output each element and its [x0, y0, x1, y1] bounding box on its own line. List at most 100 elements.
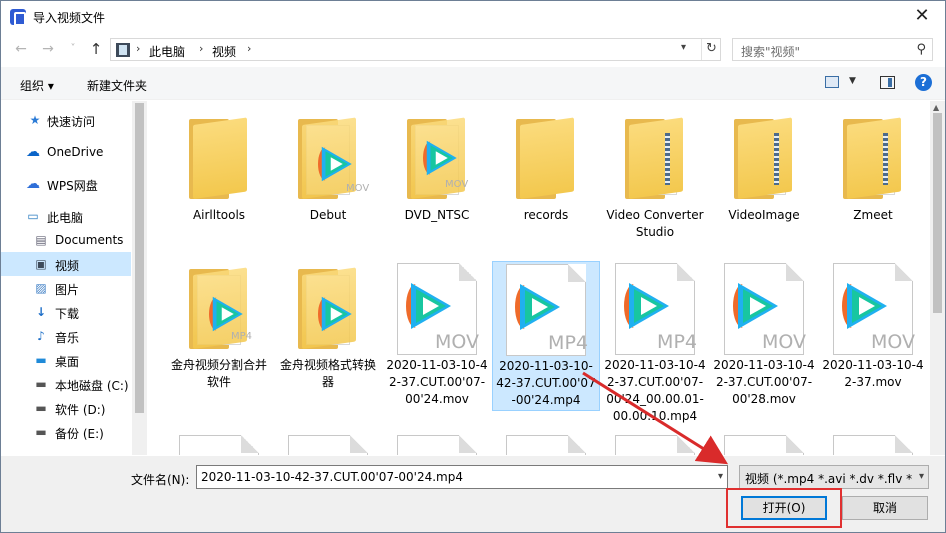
forward-arrow-icon[interactable]: →	[38, 39, 58, 59]
chevron-down-icon[interactable]: ▾	[919, 471, 924, 482]
search-input[interactable]: 搜索"视频" ⚲	[732, 38, 933, 61]
file-name: Video Converter Studio	[606, 208, 704, 239]
chevron-right-icon[interactable]: ›	[247, 42, 251, 55]
file-name: records	[523, 208, 569, 222]
file-name: VideoImage	[728, 208, 800, 222]
list-item[interactable]: VideoImage	[710, 111, 818, 224]
video-folder-icon	[278, 261, 378, 357]
sidebar-item-this-pc[interactable]: ▭ 此电脑	[1, 204, 131, 228]
sidebar-item-drive-d[interactable]: ▬ 软件 (D:)	[1, 396, 131, 420]
list-item[interactable]	[601, 433, 709, 455]
list-item[interactable]: Video Converter Studio	[601, 111, 709, 241]
breadcrumb-this-pc[interactable]: 此电脑	[149, 43, 185, 60]
list-item[interactable]: 金舟视频格式转换器	[274, 261, 382, 391]
preview-pane-icon[interactable]	[880, 76, 895, 89]
sidebar-item-label: WPS网盘	[47, 179, 98, 193]
refresh-icon[interactable]: ↻	[701, 39, 721, 60]
chevron-right-icon[interactable]: ›	[136, 42, 140, 55]
search-placeholder: 搜索"视频"	[741, 45, 801, 59]
folder-icon	[169, 111, 269, 207]
list-item[interactable]: MP4 金舟视频分割合并软件	[165, 261, 273, 391]
file-name: 金舟视频格式转换器	[279, 358, 376, 389]
annotation-highlight-box	[726, 488, 842, 528]
picture-icon: ▨	[35, 281, 47, 295]
sidebar-item-wps-drive[interactable]: ☁ WPS网盘	[1, 172, 131, 196]
sidebar-item-music[interactable]: ♪ 音乐	[1, 324, 131, 348]
chevron-right-icon[interactable]: ›	[199, 42, 203, 55]
list-item[interactable]: Airlltools	[165, 111, 273, 224]
scrollbar-thumb[interactable]	[933, 113, 942, 313]
sidebar-item-label: Documents	[55, 233, 124, 247]
file-name: Airlltools	[192, 208, 246, 222]
file-name: Zmeet	[853, 208, 893, 222]
list-item[interactable]	[383, 433, 491, 455]
search-icon[interactable]: ⚲	[916, 42, 926, 57]
filename-value: 2020-11-03-10-42-37.CUT.00'07-00'24.mp4	[201, 470, 463, 484]
list-item[interactable]: MOV Debut	[274, 111, 382, 224]
window-title: 导入视频文件	[33, 11, 106, 25]
list-item[interactable]	[274, 433, 382, 455]
list-item[interactable]	[710, 433, 818, 455]
star-icon: ★	[29, 113, 41, 127]
chevron-down-icon[interactable]: ▾	[718, 471, 723, 482]
address-bar[interactable]: › 此电脑 › 视频 › ▾ ↻	[110, 38, 721, 61]
drive-icon: ▬	[35, 425, 47, 439]
up-arrow-icon[interactable]: ↑	[86, 39, 106, 59]
close-button[interactable]: ✕	[899, 1, 945, 33]
breadcrumb-videos[interactable]: 视频	[212, 43, 236, 60]
filename-input[interactable]: 2020-11-03-10-42-37.CUT.00'07-00'24.mp4 …	[196, 465, 728, 489]
sidebar-item-pictures[interactable]: ▨ 图片	[1, 276, 131, 300]
cancel-button[interactable]: 取消	[842, 496, 928, 520]
sidebar-item-videos[interactable]: ▣ 视频	[1, 252, 131, 276]
file-type-select[interactable]: 视频 (*.mp4 *.avi *.dv *.flv *.n ▾	[739, 465, 929, 489]
sidebar-item-label: 音乐	[55, 331, 80, 345]
list-item[interactable]	[165, 433, 273, 455]
list-item[interactable]	[492, 433, 600, 455]
file-extension: MP4	[548, 332, 588, 354]
recent-locations-icon[interactable]: ˅	[63, 39, 83, 59]
organize-menu[interactable]: 组织 ▾	[20, 77, 54, 94]
file-list: Airlltools MOV Debut MOV DVD_NTSC record…	[148, 101, 930, 455]
scroll-up-icon[interactable]: ▲	[933, 103, 939, 112]
sidebar-item-drive-e[interactable]: ▬ 备份 (E:)	[1, 420, 131, 444]
navigation-pane: ★ 快速访问 ☁ OneDrive ☁ WPS网盘 ▭ 此电脑 ▤ Docume…	[1, 101, 147, 455]
list-item[interactable]: records	[492, 111, 600, 224]
filename-label: 文件名(N):	[131, 473, 190, 487]
sidebar-item-onedrive[interactable]: ☁ OneDrive	[1, 140, 131, 164]
sidebar-item-desktop[interactable]: ▬ 桌面	[1, 348, 131, 372]
sidebar-item-downloads[interactable]: ↓ 下载	[1, 300, 131, 324]
video-file-icon: MP4	[605, 261, 705, 357]
back-arrow-icon[interactable]: ←	[11, 39, 31, 59]
help-icon[interactable]: ?	[915, 74, 932, 91]
folder-icon	[496, 111, 596, 207]
list-item[interactable]: MOV 2020-11-03-10-42-37.mov	[819, 261, 927, 391]
list-item[interactable]: MP4 2020-11-03-10-42-37.CUT.00'07-00'24_…	[601, 261, 709, 425]
sidebar-item-label: 视频	[55, 259, 80, 273]
file-name: 2020-11-03-10-42-37.mov	[822, 358, 924, 389]
sidebar-item-drive-c[interactable]: ▬ 本地磁盘 (C:)	[1, 372, 131, 396]
list-item[interactable]: MOV 2020-11-03-10-42-37.CUT.00'07-00'24.…	[383, 261, 491, 408]
chevron-down-icon[interactable]: ▼	[849, 76, 856, 86]
list-item[interactable]	[819, 433, 927, 455]
list-item[interactable]: MOV 2020-11-03-10-42-37.CUT.00'07-00'28.…	[710, 261, 818, 408]
document-icon: ▤	[35, 233, 47, 247]
sidebar-scrollbar[interactable]	[132, 101, 147, 455]
folder-icon	[823, 111, 923, 207]
list-item[interactable]: MOV DVD_NTSC	[383, 111, 491, 224]
file-name: Debut	[309, 208, 347, 222]
new-folder-button[interactable]: 新建文件夹	[87, 77, 147, 94]
cloud-icon: ☁	[26, 176, 40, 192]
list-item-selected[interactable]: MP4 2020-11-03-10-42-37.CUT.00'07-00'24.…	[492, 261, 600, 411]
sidebar-item-quick-access[interactable]: ★ 快速访问	[1, 108, 131, 132]
scrollbar-thumb[interactable]	[135, 103, 144, 413]
view-mode-icon[interactable]	[825, 76, 839, 88]
desktop-icon: ▬	[35, 353, 47, 367]
file-list-scrollbar[interactable]: ▲	[930, 101, 945, 455]
sidebar-item-documents[interactable]: ▤ Documents	[1, 228, 131, 252]
drive-icon: ▬	[35, 401, 47, 415]
video-folder-icon: MP4	[169, 261, 269, 357]
file-name: 金舟视频分割合并软件	[170, 358, 267, 389]
chevron-down-icon[interactable]: ▾	[681, 42, 686, 53]
computer-icon: ▭	[27, 209, 39, 223]
list-item[interactable]: Zmeet	[819, 111, 927, 224]
